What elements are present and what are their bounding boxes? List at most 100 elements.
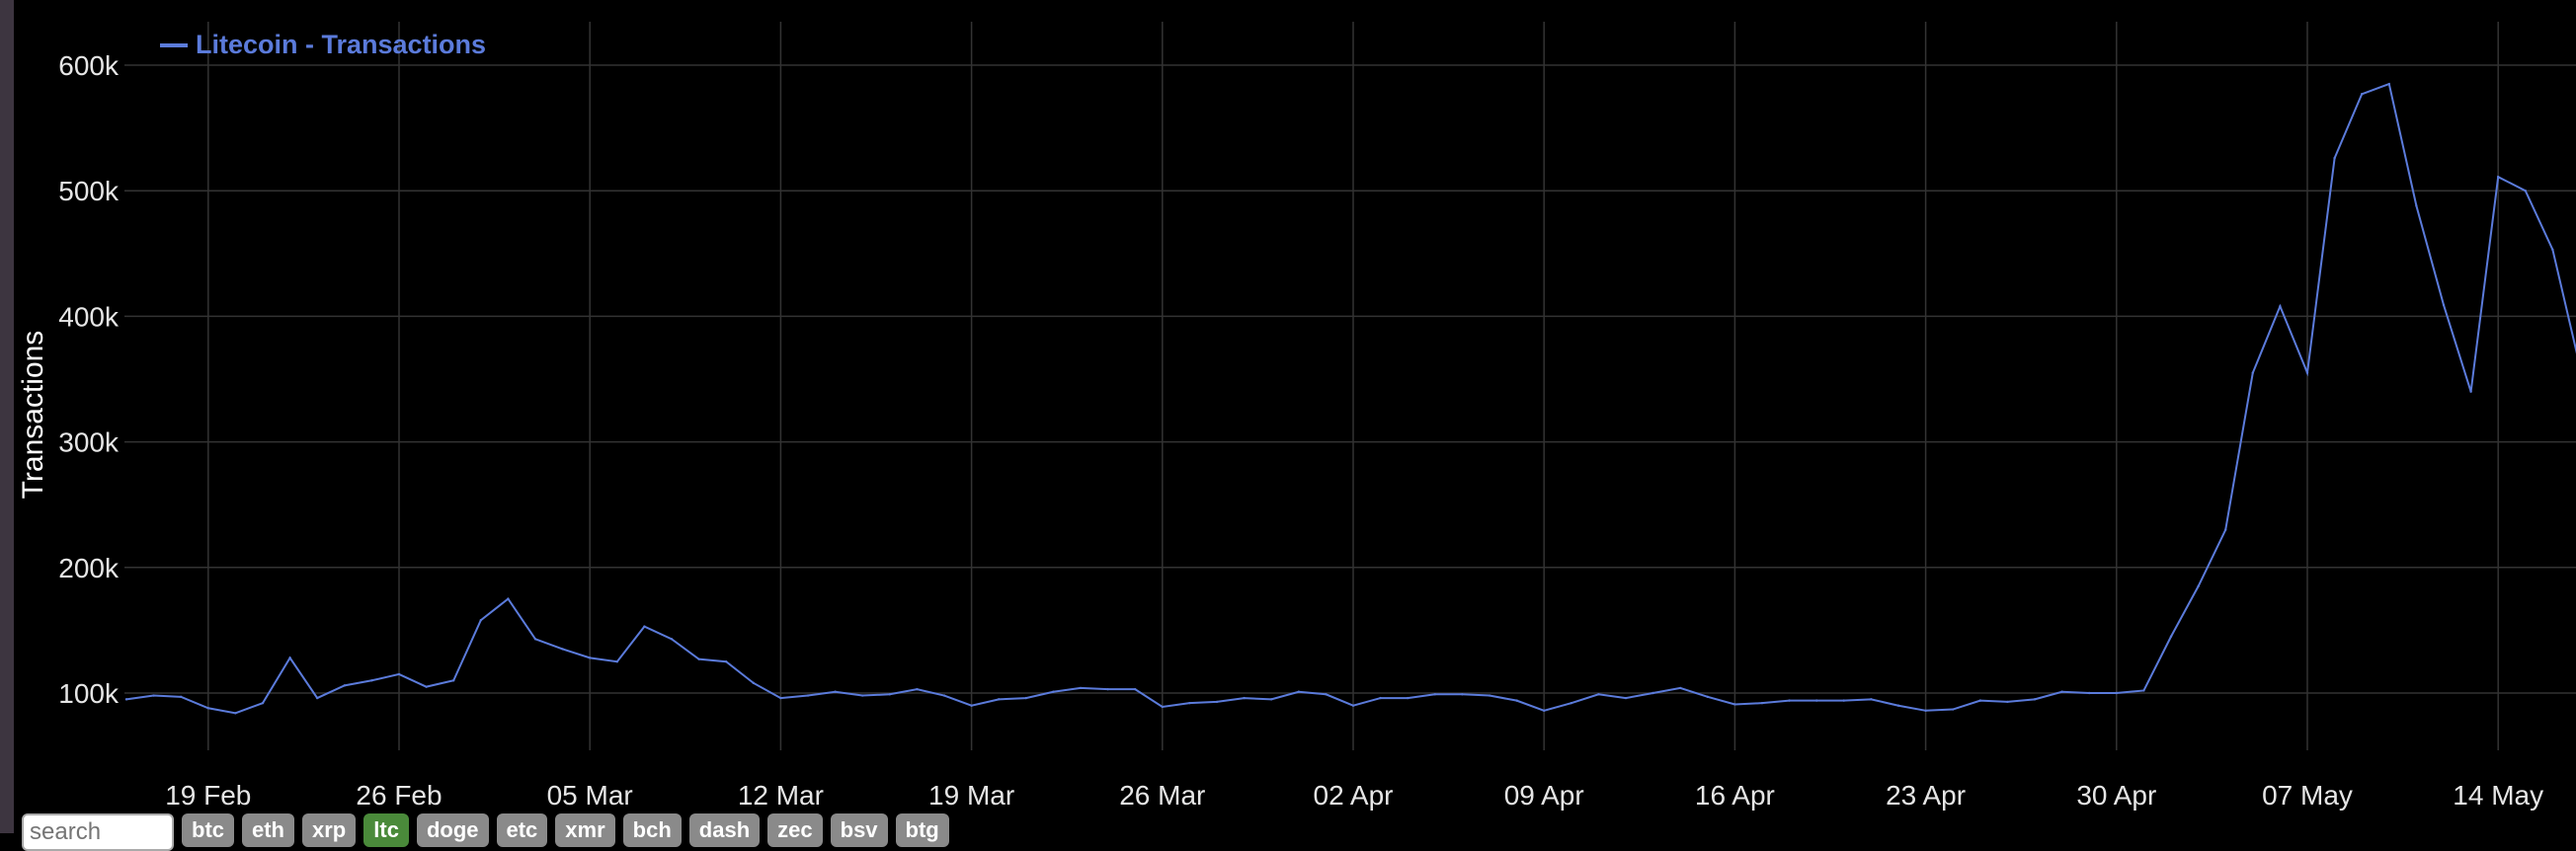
legend[interactable]: Litecoin - Transactions	[160, 30, 486, 60]
data-point	[2197, 584, 2200, 588]
data-point	[2006, 700, 2009, 704]
data-point	[1270, 698, 1273, 701]
data-point	[1215, 700, 1219, 704]
data-point	[888, 693, 891, 696]
coin-button-btc[interactable]: btc	[182, 813, 234, 847]
data-point	[725, 660, 728, 663]
data-point	[1488, 694, 1491, 697]
data-point	[1760, 701, 1764, 705]
x-tick-label: 02 Apr	[1314, 780, 1394, 811]
data-point	[1543, 709, 1546, 713]
data-point	[1106, 687, 1109, 691]
coin-button-eth[interactable]: eth	[242, 813, 294, 847]
data-point	[834, 690, 837, 693]
coin-selector: btcethxrpltcdogeetcxmrbchdashzecbsvbtg	[22, 813, 949, 851]
data-point	[152, 694, 155, 697]
data-point	[180, 695, 183, 699]
data-point	[2361, 93, 2364, 96]
x-tick-label: 07 May	[2262, 780, 2353, 811]
coin-button-zec[interactable]: zec	[767, 813, 823, 847]
data-point	[1870, 698, 1873, 701]
data-point	[452, 679, 455, 682]
data-point	[1407, 696, 1409, 700]
coin-button-dash[interactable]: dash	[688, 813, 761, 847]
data-point	[2060, 690, 2063, 693]
coin-button-group: btc eth xrp ltc doge etc xmr bch dash zec bsv btg	[182, 813, 949, 847]
data-point	[261, 701, 265, 705]
data-point	[1624, 696, 1628, 700]
y-tick-label: 500k	[58, 176, 120, 206]
data-point	[1379, 696, 1382, 700]
coin-button-etc[interactable]: etc	[496, 813, 548, 847]
coin-button-bsv[interactable]: bsv	[830, 813, 888, 847]
data-point	[2469, 390, 2472, 393]
data-point	[507, 597, 510, 600]
data-point	[861, 694, 864, 697]
data-point	[1815, 699, 1818, 702]
y-axis-label: Transactions	[17, 330, 49, 500]
data-point	[2142, 689, 2145, 692]
data-point	[1924, 709, 1927, 713]
data-point	[2551, 248, 2554, 252]
search-input[interactable]	[22, 813, 174, 851]
data-point	[1433, 693, 1437, 696]
data-point	[234, 712, 237, 715]
data-point	[316, 696, 319, 700]
data-point	[1570, 701, 1573, 705]
data-point	[2279, 305, 2282, 308]
data-point	[1243, 696, 1246, 700]
x-tick-label: 19 Mar	[928, 780, 1014, 811]
data-point	[2333, 156, 2336, 160]
coin-button-doge[interactable]: doge	[416, 813, 489, 847]
data-point	[1842, 699, 1846, 702]
data-point	[2497, 176, 2500, 179]
data-point	[643, 625, 646, 628]
data-point	[806, 694, 810, 697]
data-point	[2251, 371, 2254, 374]
coin-button-ltc[interactable]: ltc	[363, 813, 409, 847]
data-point	[916, 687, 919, 691]
x-tick-label: 23 Apr	[1886, 780, 1966, 811]
coin-button-xmr[interactable]: xmr	[555, 813, 615, 847]
data-point	[1325, 693, 1328, 696]
data-point	[2033, 698, 2037, 701]
x-tick-label: 26 Feb	[356, 780, 442, 811]
data-point	[1597, 693, 1600, 696]
series-line	[125, 82, 2576, 715]
data-point	[1679, 686, 1682, 690]
data-point	[1461, 693, 1464, 696]
data-point	[1896, 704, 1900, 707]
data-point	[288, 657, 291, 659]
data-point	[2088, 691, 2091, 695]
data-point	[533, 638, 537, 641]
data-point	[2224, 528, 2227, 531]
data-point	[2415, 204, 2418, 207]
x-tick-label: 26 Mar	[1119, 780, 1205, 811]
data-point	[779, 696, 782, 700]
data-point	[1024, 696, 1028, 700]
data-point	[2387, 82, 2390, 86]
y-tick-label: 300k	[58, 427, 120, 458]
data-point	[2524, 190, 2527, 193]
data-point	[615, 660, 618, 663]
coin-button-xrp[interactable]: xrp	[302, 813, 357, 847]
coin-button-bch[interactable]: bch	[622, 813, 682, 847]
y-tick-label: 600k	[58, 50, 120, 81]
data-point	[1161, 705, 1165, 709]
data-point	[1351, 704, 1355, 707]
data-point	[1188, 701, 1191, 705]
x-tick-label: 09 Apr	[1504, 780, 1584, 811]
data-point	[397, 672, 401, 676]
data-point	[1079, 686, 1083, 690]
coin-button-btg[interactable]: btg	[895, 813, 949, 847]
data-point	[343, 684, 346, 687]
x-tick-label: 12 Mar	[738, 780, 824, 811]
data-point	[752, 681, 755, 685]
legend-label: Litecoin - Transactions	[196, 30, 487, 59]
data-point	[1706, 695, 1710, 699]
data-point	[561, 648, 564, 651]
data-point	[697, 658, 700, 660]
data-point	[1134, 687, 1137, 691]
data-point	[1297, 690, 1301, 693]
data-point	[1733, 703, 1736, 706]
